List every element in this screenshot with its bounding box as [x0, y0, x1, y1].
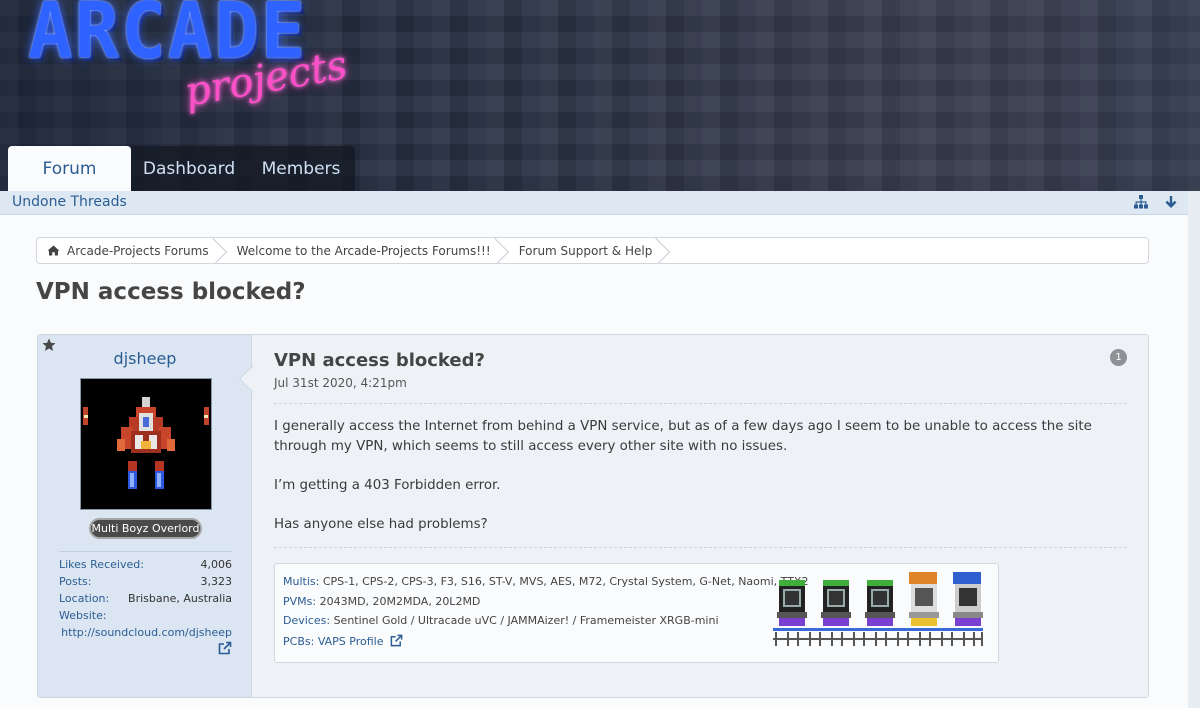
page-title: VPN access blocked?: [36, 279, 306, 305]
pcbs-label: PCBs:: [283, 634, 315, 648]
signature-pvms: PVMs: 2043MD, 20M2MDA, 20L2MD: [283, 595, 808, 615]
stat-website: Website:: [59, 609, 232, 623]
post-message: VPN access blocked? Jul 31st 2020, 4:21p…: [274, 335, 1148, 697]
likes-label[interactable]: Likes Received:: [59, 558, 144, 572]
signature-multis: Multis: CPS-1, CPS-2, CPS-3, F3, S16, ST…: [283, 575, 808, 595]
pvms-label: PVMs:: [283, 594, 317, 608]
post-container: djsheep Multi Boyz Overlord Likes Receiv…: [37, 334, 1149, 698]
likes-value: 4,006: [200, 558, 233, 571]
multis-label: Multis:: [283, 575, 320, 588]
breadcrumb-label: Welcome to the Arcade-Projects Forums!!!: [236, 243, 491, 258]
undone-threads-link[interactable]: Undone Threads: [12, 194, 127, 210]
breadcrumb: Arcade-Projects Forums Welcome to the Ar…: [36, 237, 1149, 264]
main-content: Arcade-Projects Forums Welcome to the Ar…: [0, 215, 1188, 708]
location-label: Location:: [59, 592, 110, 605]
devices-label: Devices:: [283, 614, 331, 627]
user-stats: Likes Received: 4,006 Posts: 3,323 Locat…: [59, 551, 232, 658]
tab-members[interactable]: Members: [247, 146, 355, 192]
divider: [274, 547, 1127, 548]
sitemap-icon[interactable]: [1134, 195, 1148, 209]
external-link-icon[interactable]: [390, 634, 403, 647]
signature-devices: Devices: Sentinel Gold / Ultracade uVC /…: [283, 614, 808, 634]
external-link-icon[interactable]: [59, 641, 232, 658]
stat-likes: Likes Received: 4,006: [59, 558, 232, 572]
breadcrumb-item-support[interactable]: Forum Support & Help: [509, 238, 671, 263]
username-link[interactable]: djsheep: [38, 349, 252, 368]
post-body: I generally access the Internet from beh…: [274, 417, 1104, 554]
subnav-icons: [1134, 195, 1178, 209]
page-gutter: [1188, 191, 1200, 708]
signature-text: Multis: CPS-1, CPS-2, CPS-3, F3, S16, ST…: [283, 575, 808, 653]
stat-posts: Posts: 3,323: [59, 575, 232, 589]
breadcrumb-label: Arcade-Projects Forums: [67, 243, 209, 258]
stat-location: Location: Brisbane, Australia: [59, 592, 232, 606]
tab-forum[interactable]: Forum: [8, 146, 131, 192]
user-signature: Multis: CPS-1, CPS-2, CPS-3, F3, S16, ST…: [274, 563, 999, 663]
website-link[interactable]: http://soundcloud.com/djsheep: [59, 626, 232, 639]
sub-navigation: Undone Threads: [0, 191, 1188, 215]
posts-value: 3,323: [200, 575, 233, 588]
site-logo[interactable]: ARCADE projects: [28, 0, 351, 124]
divider: [274, 403, 1127, 404]
signature-pcbs: PCBs: VAPS Profile: [283, 634, 808, 654]
post-paragraph: I’m getting a 403 Forbidden error.: [274, 477, 501, 493]
tab-dashboard[interactable]: Dashboard: [131, 146, 247, 192]
pvms-value: 2043MD, 20M2MDA, 20L2MD: [319, 594, 481, 608]
post-date[interactable]: Jul 31st 2020, 4:21pm: [274, 376, 407, 390]
arrow-down-icon[interactable]: [1164, 195, 1178, 209]
website-label: Website:: [59, 609, 107, 622]
breadcrumb-item-welcome[interactable]: Welcome to the Arcade-Projects Forums!!!: [227, 238, 509, 263]
location-value: Brisbane, Australia: [128, 592, 232, 605]
post-number-badge[interactable]: 1: [1110, 349, 1127, 366]
user-title-badge: Multi Boyz Overlord: [91, 520, 200, 537]
post-paragraph: I generally access the Internet from beh…: [274, 419, 1092, 454]
home-icon: [47, 245, 60, 256]
site-header: ARCADE projects Forum Dashboard Members: [0, 0, 1200, 192]
posts-label[interactable]: Posts:: [59, 575, 91, 589]
arcade-cabinets-image: [769, 570, 989, 650]
breadcrumb-label: Forum Support & Help: [518, 243, 653, 258]
post-paragraph: Has anyone else had problems?: [274, 516, 488, 532]
main-nav: Forum Dashboard Members: [8, 146, 355, 192]
post-title: VPN access blocked?: [274, 350, 485, 371]
breadcrumb-item-home[interactable]: Arcade-Projects Forums: [37, 238, 227, 263]
multis-value: CPS-1, CPS-2, CPS-3, F3, S16, ST-V, MVS,…: [322, 575, 809, 588]
post-user-info: djsheep Multi Boyz Overlord Likes Receiv…: [38, 335, 252, 697]
devices-value: Sentinel Gold / Ultracade uVC / JAMMAize…: [333, 614, 719, 627]
vaps-profile-link[interactable]: VAPS Profile: [318, 635, 384, 648]
user-avatar[interactable]: [80, 378, 212, 510]
